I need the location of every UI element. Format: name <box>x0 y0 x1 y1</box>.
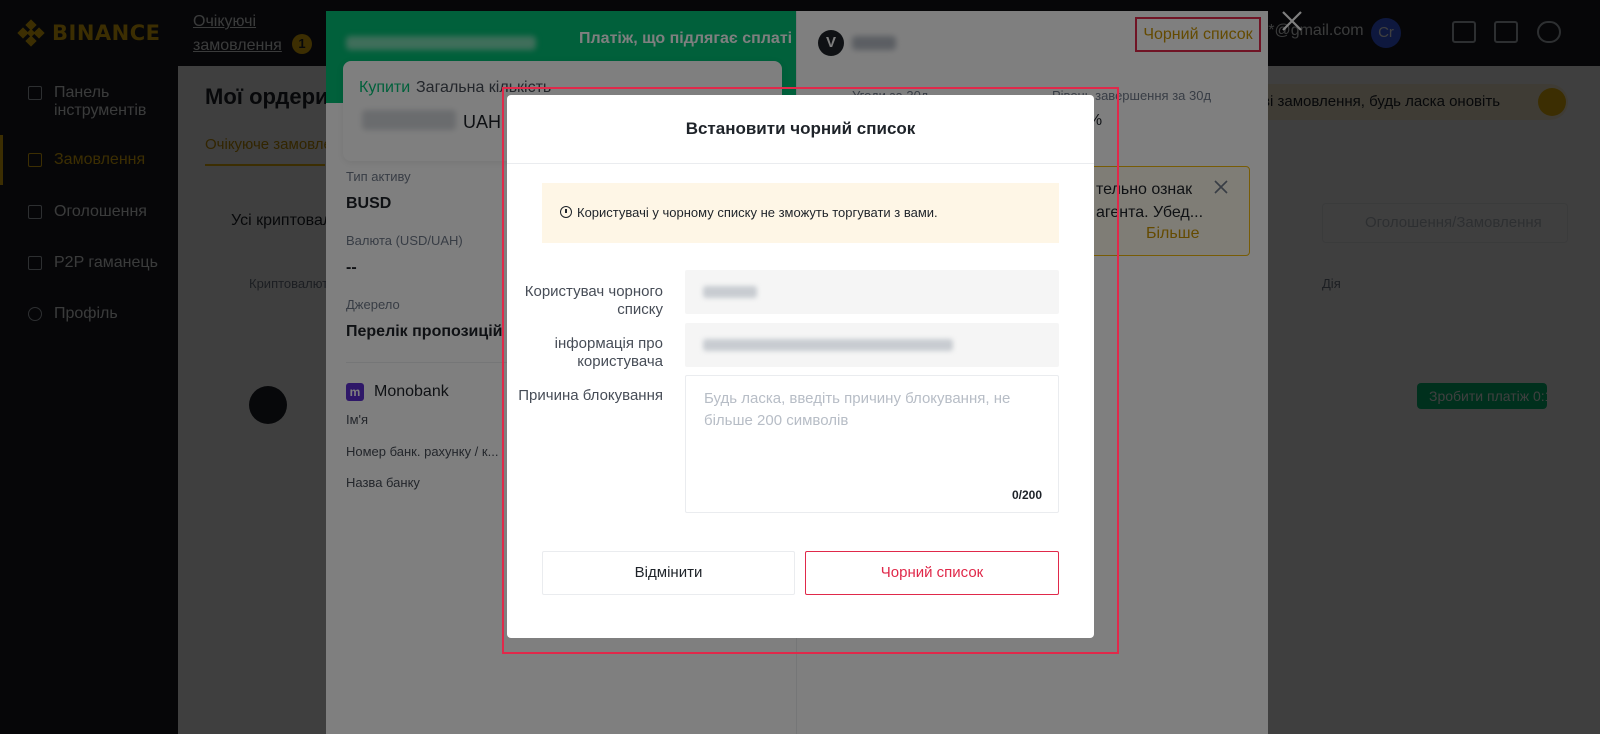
blacklist-modal: Встановити чорний список Користувачі у ч… <box>507 95 1094 638</box>
info-icon <box>560 206 572 218</box>
blacklisted-user-field <box>685 270 1059 314</box>
cancel-button[interactable]: Відмінити <box>542 551 795 595</box>
field-label-info: інформація про користувача <box>554 335 663 370</box>
char-counter: 0/200 <box>1011 488 1042 502</box>
field-label-reason: Причина блокування <box>518 387 663 404</box>
block-reason-textarea[interactable]: Будь ласка, введіть причину блокування, … <box>685 375 1059 513</box>
blacklist-confirm-button[interactable]: Чорний список <box>805 551 1059 595</box>
user-info-field <box>685 323 1059 367</box>
field-label-user: Користувач чорного списку <box>524 283 663 318</box>
notice-text: Користувачі у чорному списку не зможуть … <box>577 205 938 220</box>
reason-placeholder: Будь ласка, введіть причину блокування, … <box>704 390 1011 429</box>
blurred-value <box>703 286 757 298</box>
modal-title: Встановити чорний список <box>685 119 916 138</box>
blacklist-notice: Користувачі у чорному списку не зможуть … <box>542 183 1059 243</box>
blurred-value <box>703 339 953 351</box>
modal-divider <box>507 163 1094 164</box>
